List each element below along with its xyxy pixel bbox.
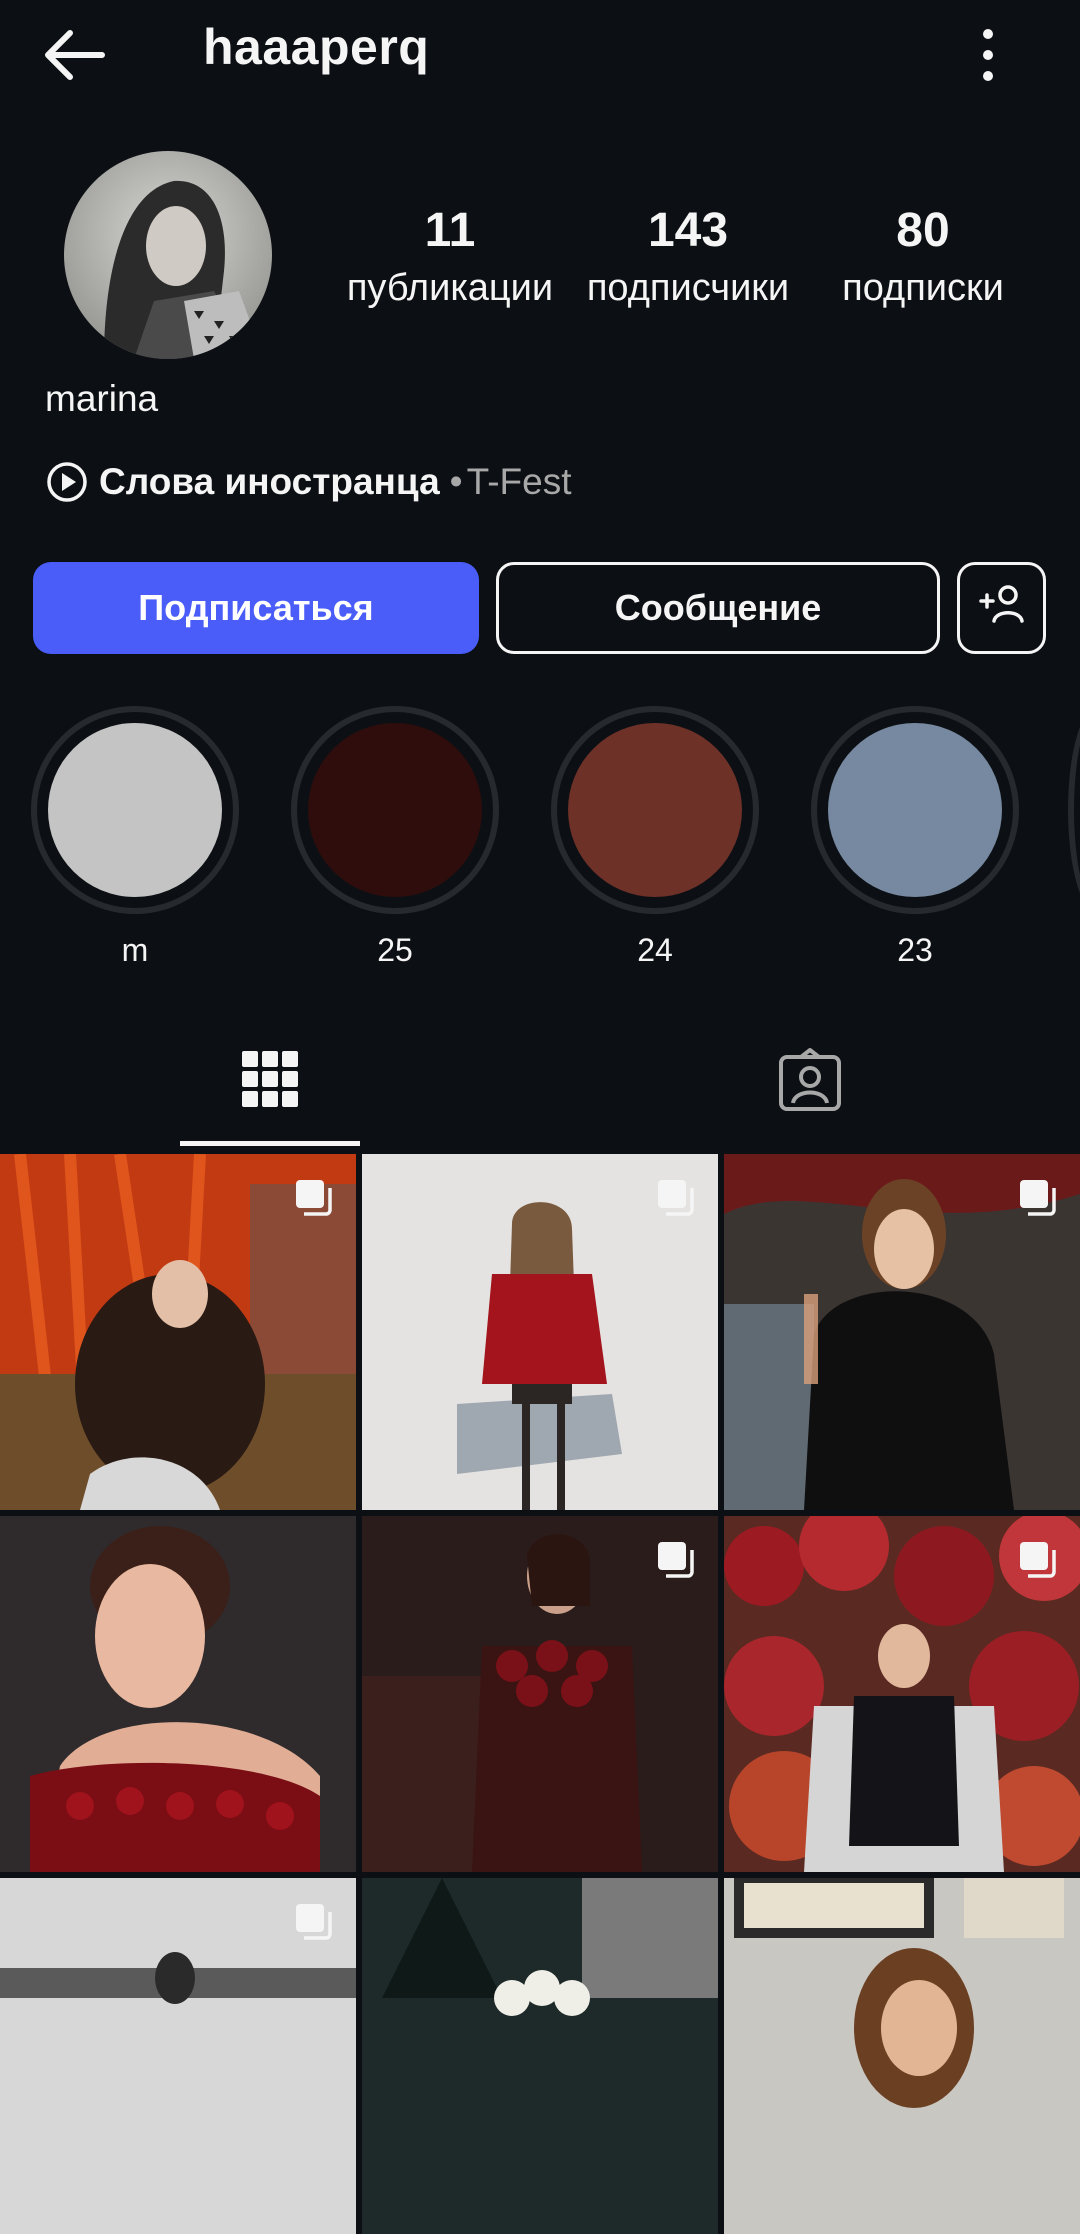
highlight-cover [308, 723, 482, 897]
following-count: 80 [896, 204, 950, 257]
multiple-photos-icon [654, 1538, 698, 1582]
highlight-cover [568, 723, 742, 897]
post-thumbnail[interactable] [0, 1878, 356, 2234]
post-thumbnail[interactable] [362, 1516, 718, 1872]
stat-following[interactable]: 80 подписки [820, 196, 1026, 310]
story-highlight[interactable]: 24 [551, 706, 759, 969]
multiple-photos-icon [1016, 1176, 1060, 1220]
tab-tagged[interactable] [720, 1020, 900, 1148]
post-thumbnail[interactable] [724, 1154, 1080, 1510]
message-button[interactable]: Сообщение [496, 562, 940, 654]
profile-full-name: marina [45, 378, 159, 419]
followers-count: 143 [647, 204, 729, 257]
multiple-photos-icon [654, 1176, 698, 1220]
post-thumbnail[interactable] [362, 1878, 718, 2234]
following-label: подписки [842, 267, 1004, 309]
post-thumbnail[interactable] [724, 1516, 1080, 1872]
follow-button[interactable]: Подписаться [33, 562, 479, 654]
followers-label: подписчики [586, 267, 790, 309]
play-circle-icon [45, 460, 89, 504]
active-tab-indicator [180, 1141, 360, 1146]
highlight-ring [551, 706, 759, 914]
tagged-icon [779, 1048, 841, 1111]
top-bar: haaaperq [0, 0, 1080, 110]
highlight-cover [828, 723, 1002, 897]
music-separator: • [449, 461, 463, 502]
stat-posts[interactable]: 11 публикации [330, 196, 570, 310]
grid-icon [242, 1051, 298, 1107]
profile-tabs [0, 1020, 1080, 1148]
highlight-cover [48, 723, 222, 897]
posts-label: публикации [346, 267, 554, 309]
stat-followers[interactable]: 143 подписчики [570, 196, 806, 310]
highlight-ring [811, 706, 1019, 914]
highlight-ring [31, 706, 239, 914]
post-thumbnail[interactable] [0, 1516, 356, 1872]
profile-music[interactable]: Слова иностранца • T-Fest [45, 456, 571, 508]
more-vertical-icon[interactable] [968, 22, 1008, 88]
music-artist: T-Fest [466, 461, 572, 502]
profile-username: haaaperq [203, 19, 430, 75]
highlight-label: 25 [377, 932, 413, 968]
post-thumbnail[interactable] [362, 1154, 718, 1510]
highlight-label: m [121, 932, 149, 968]
tab-posts[interactable] [180, 1020, 360, 1148]
highlight-label: 23 [897, 932, 933, 968]
posts-count: 11 [424, 204, 476, 257]
story-highlight-partial[interactable] [1068, 706, 1080, 914]
avatar[interactable] [64, 151, 272, 359]
add-user-button[interactable] [957, 562, 1046, 654]
story-highlight[interactable]: m [31, 706, 239, 969]
highlight-label: 24 [637, 932, 673, 968]
add-user-icon [977, 579, 1027, 638]
multiple-photos-icon [1016, 1538, 1060, 1582]
story-highlight[interactable]: 23 [811, 706, 1019, 969]
music-song-title: Слова иностранца [99, 461, 440, 502]
story-highlight[interactable]: 25 [291, 706, 499, 969]
arrow-left-icon[interactable] [40, 22, 120, 88]
multiple-photos-icon [292, 1176, 336, 1220]
highlight-ring [291, 706, 499, 914]
posts-grid [0, 1154, 1080, 2234]
post-thumbnail[interactable] [0, 1154, 356, 1510]
multiple-photos-icon [292, 1900, 336, 1944]
post-thumbnail[interactable] [724, 1878, 1080, 2234]
